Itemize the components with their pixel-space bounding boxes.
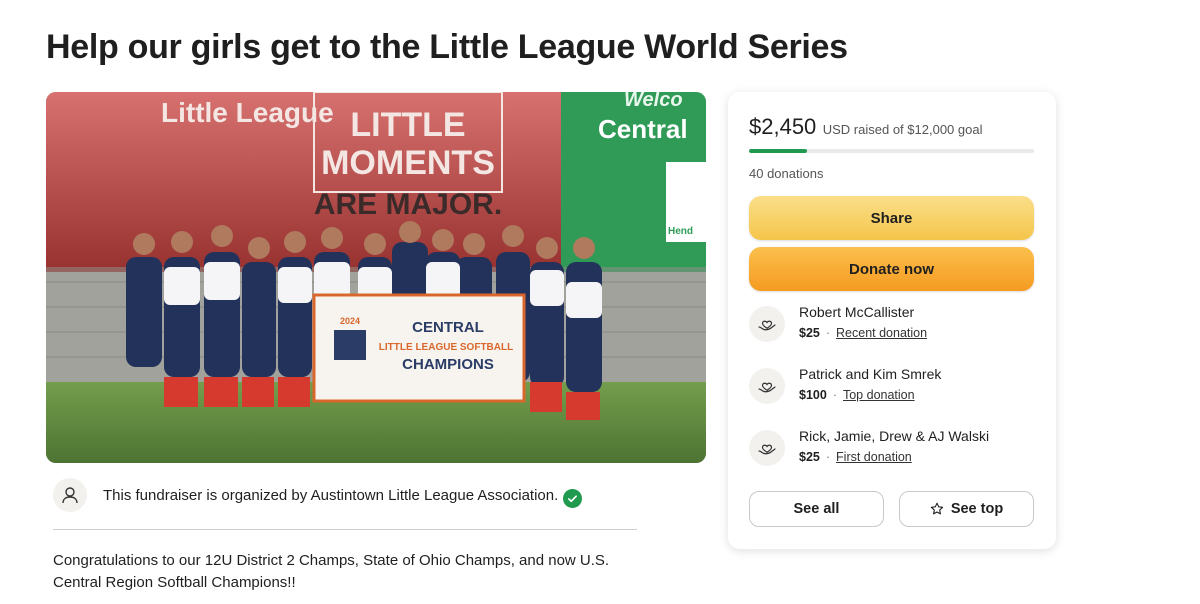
progress-bar: [749, 149, 1034, 153]
see-all-label: See all: [793, 501, 840, 517]
flag-line-2: LITTLE LEAGUE SOFTBALL: [379, 342, 513, 353]
see-top-label: See top: [950, 501, 1004, 517]
banner-slogan-2: MOMENTS: [321, 144, 495, 182]
donor-name: Robert McCallister: [799, 304, 915, 320]
champions-flag: 2024 CENTRAL LITTLE LEAGUE SOFTBALL CHAM…: [312, 293, 526, 403]
check-circle-icon: [563, 489, 583, 508]
progress-fill: [749, 149, 808, 153]
flag-line-3: CHAMPIONS: [402, 356, 494, 373]
story-text: Congratulations to our 12U District 2 Ch…: [53, 552, 610, 591]
flag-year: 2024: [340, 316, 360, 326]
raised-goal-text: USD raised of $12,000 goal: [822, 122, 983, 137]
see-top-button[interactable]: See top: [899, 491, 1034, 527]
donor-item: Robert McCallister $25 · Recent donation: [749, 304, 927, 350]
raised-amount: $2,450: [749, 114, 817, 139]
donation-card: $2,450 USD raised of $12,000 goal 40 don…: [728, 92, 1056, 549]
star-icon: [930, 502, 944, 516]
donate-now-button[interactable]: Donate now: [749, 247, 1034, 291]
donor-name: Rick, Jamie, Drew & AJ Walski: [799, 428, 990, 444]
hero-photo: Little League LITTLE MOMENTS ARE MAJOR. …: [46, 92, 706, 463]
banner-welcome: Welco: [624, 92, 683, 111]
banner-slogan-1: LITTLE: [350, 106, 465, 144]
donor-item: Patrick and Kim Smrek $100 · Top donation: [749, 366, 941, 412]
donor-amount: $100: [799, 388, 827, 402]
raised-summary: $2,450 USD raised of $12,000 goal: [749, 114, 982, 140]
donation-count: 40 donations: [749, 166, 824, 181]
banner-brand: Little League: [161, 97, 334, 128]
heart-hand-icon: [749, 430, 785, 466]
share-button[interactable]: Share: [749, 196, 1034, 240]
donor-amount: $25: [799, 326, 820, 340]
heart-hand-icon: [749, 306, 785, 342]
organizer-label: This fundraiser is organized by Austinto…: [103, 487, 559, 504]
person-icon: [53, 478, 87, 512]
page-title: Help our girls get to the Little League …: [46, 28, 848, 66]
recent-donation-link[interactable]: Recent donation: [836, 326, 927, 340]
top-donation-link[interactable]: Top donation: [843, 388, 915, 402]
banner-slogan-3: ARE MAJOR.: [314, 188, 502, 221]
first-donation-link[interactable]: First donation: [836, 450, 912, 464]
organizer-text: This fundraiser is organized by Austinto…: [103, 487, 583, 508]
flag-line-1: CENTRAL: [412, 319, 484, 336]
heart-hand-icon: [749, 368, 785, 404]
donor-name: Patrick and Kim Smrek: [799, 366, 942, 382]
donor-amount: $25: [799, 450, 820, 464]
banner-sponsor: Hend: [668, 226, 693, 237]
organizer-row: This fundraiser is organized by Austinto…: [53, 478, 637, 530]
donor-item: Rick, Jamie, Drew & AJ Walski $25 · First …: [749, 428, 989, 474]
see-all-button[interactable]: See all: [749, 491, 884, 527]
banner-central: Central: [598, 114, 688, 144]
